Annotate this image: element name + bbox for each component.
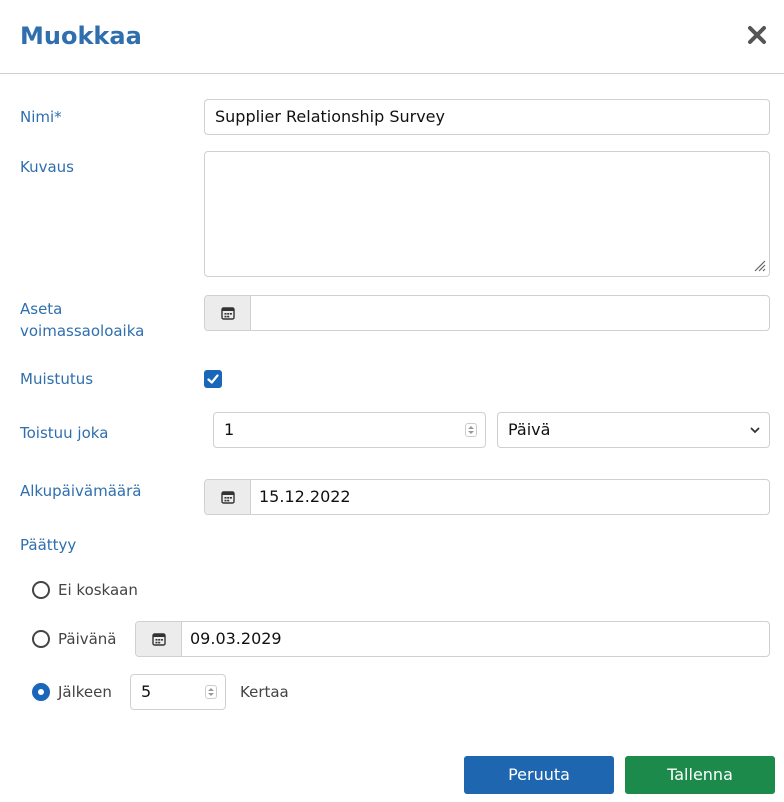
- ends-after-suffix: Kertaa: [240, 683, 289, 701]
- validity-date-field[interactable]: [204, 295, 770, 331]
- reminder-checkbox[interactable]: [204, 370, 222, 388]
- dialog-header: Muokkaa: [0, 0, 784, 74]
- description-label: Kuvaus: [20, 158, 74, 176]
- dialog-title: Muokkaa: [20, 22, 142, 50]
- ends-on-date-field[interactable]: 09.03.2029: [135, 621, 770, 657]
- stepper-arrows-icon[interactable]: [465, 423, 477, 437]
- ends-after-count-value[interactable]: 5: [141, 675, 151, 709]
- ends-after-label: Jälkeen: [58, 683, 112, 701]
- ends-after-radio[interactable]: [32, 683, 50, 701]
- validity-date-value[interactable]: [251, 296, 769, 330]
- repeat-interval-stepper[interactable]: 1: [213, 412, 486, 448]
- name-input[interactable]: Supplier Relationship Survey: [204, 99, 770, 135]
- ends-after-count-stepper[interactable]: 5: [130, 674, 226, 710]
- ends-on-date-radio[interactable]: [32, 630, 50, 648]
- reminder-label: Muistutus: [20, 370, 94, 388]
- calendar-icon[interactable]: [136, 622, 182, 656]
- stepper-arrows-icon[interactable]: [205, 685, 217, 699]
- cancel-button[interactable]: Peruuta: [464, 756, 614, 794]
- calendar-icon[interactable]: [205, 480, 251, 514]
- checkmark-icon: [207, 374, 219, 384]
- start-date-label: Alkupäivämäärä: [20, 482, 142, 500]
- chevron-down-icon: [750, 427, 760, 434]
- start-date-value[interactable]: 15.12.2022: [251, 480, 769, 514]
- repeat-interval-value[interactable]: 1: [224, 413, 234, 447]
- description-textarea[interactable]: [204, 151, 770, 277]
- ends-never-radio[interactable]: [32, 581, 50, 599]
- ends-never-label: Ei koskaan: [58, 581, 138, 599]
- start-date-field[interactable]: 15.12.2022: [204, 479, 770, 515]
- repeat-label: Toistuu joka: [20, 424, 109, 442]
- repeat-unit-select[interactable]: Päivä: [497, 412, 770, 448]
- save-button[interactable]: Tallenna: [625, 756, 775, 794]
- validity-label: Aseta voimassaoloaika: [20, 300, 145, 340]
- calendar-icon[interactable]: [205, 296, 251, 330]
- ends-label: Päättyy: [20, 536, 77, 554]
- close-icon[interactable]: [742, 20, 772, 50]
- name-label: Nimi*: [20, 108, 62, 126]
- ends-on-date-value[interactable]: 09.03.2029: [182, 622, 769, 656]
- repeat-unit-value[interactable]: Päivä: [508, 413, 550, 447]
- ends-on-date-label: Päivänä: [58, 630, 117, 648]
